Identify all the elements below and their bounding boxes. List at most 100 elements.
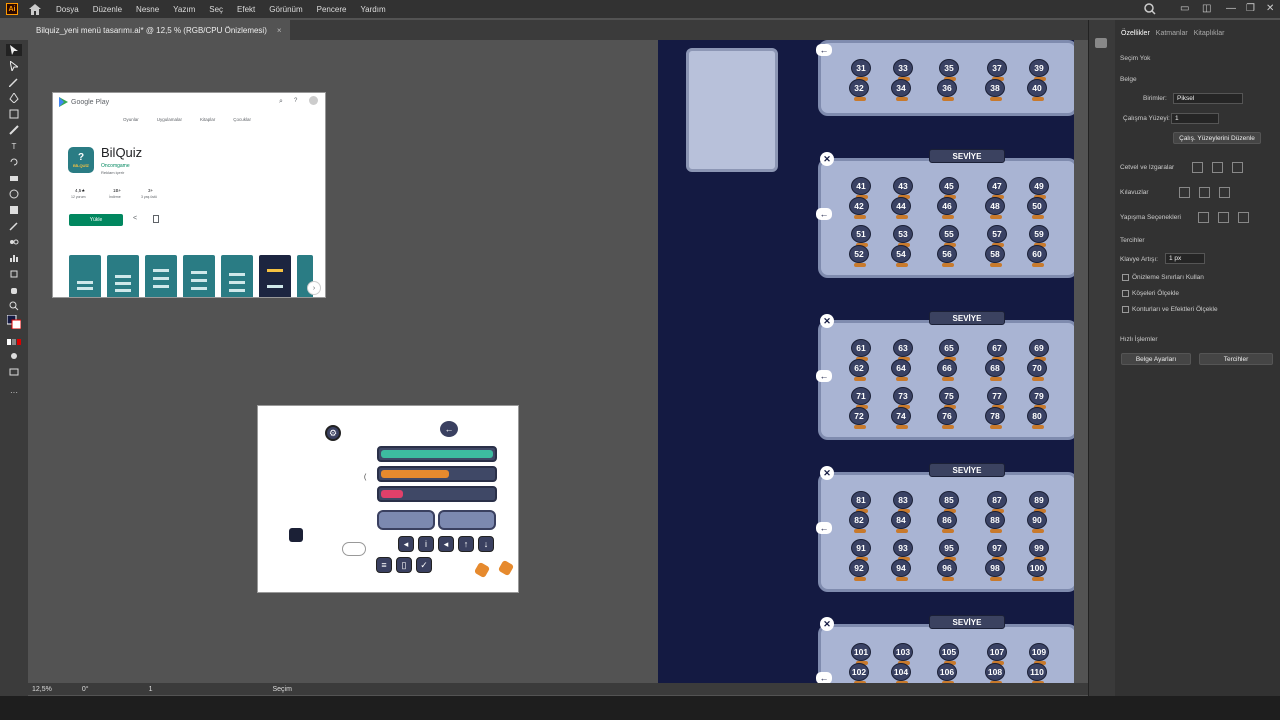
close-window-icon[interactable]: ✕ <box>1266 3 1274 14</box>
gp-nav-games[interactable]: Oyunlar <box>123 117 139 122</box>
screenshot-thumb[interactable] <box>221 255 253 297</box>
direct-selection-tool-icon[interactable] <box>6 60 22 72</box>
menu-duzenle[interactable]: Düzenle <box>93 5 122 14</box>
level-node[interactable]: 102 <box>849 663 869 683</box>
eraser-tool-icon[interactable] <box>6 172 22 184</box>
gp-help-icon[interactable]: ? <box>294 98 297 104</box>
screenshot-thumb[interactable] <box>107 255 139 297</box>
tab-libraries[interactable]: Kitaplıklar <box>1194 30 1225 44</box>
level-node[interactable]: 97 <box>987 539 1007 561</box>
check-icon[interactable]: ✓ <box>416 557 432 573</box>
back-arrow-icon[interactable]: ← <box>816 370 832 382</box>
upload-icon[interactable]: ↑ <box>458 536 474 552</box>
level-node[interactable]: 110 <box>1027 663 1047 683</box>
download-icon[interactable]: ↓ <box>478 536 494 552</box>
level-node[interactable]: 31 <box>851 59 871 81</box>
level-node[interactable]: 89 <box>1029 491 1049 513</box>
blend-tool-icon[interactable] <box>6 236 22 248</box>
level-node[interactable]: 35 <box>939 59 959 81</box>
level-node[interactable]: 92 <box>849 559 869 581</box>
level-node[interactable]: 75 <box>939 387 959 409</box>
fill-stroke-icon[interactable] <box>6 315 22 329</box>
lock-guides-icon[interactable] <box>1199 187 1210 198</box>
tab-properties[interactable]: Özellikler <box>1121 30 1150 44</box>
screenshot-thumb[interactable] <box>259 255 291 297</box>
canvas[interactable]: Google Play ⌕ ? Oyunlar Uygulamalar Kita… <box>28 40 1088 683</box>
perspective-grid-icon[interactable] <box>1232 162 1243 173</box>
width-tool-icon[interactable] <box>6 188 22 200</box>
shape-builder-tool-icon[interactable] <box>6 204 22 216</box>
level-node[interactable]: 50 <box>1027 197 1047 219</box>
document-tab[interactable]: Bilquiz_yeni menü tasarımı.ai* @ 12,5 % … <box>28 20 290 40</box>
level-node[interactable]: 54 <box>891 245 911 267</box>
level-node[interactable]: 49 <box>1029 177 1049 199</box>
artboard-number[interactable]: 1 <box>149 686 153 693</box>
menu-gorunum[interactable]: Görünüm <box>269 5 302 14</box>
snap-glyph-icon[interactable] <box>1238 212 1249 223</box>
brush-tool-icon[interactable] <box>6 124 22 136</box>
level-node[interactable]: 108 <box>985 663 1005 683</box>
pen-tool-icon[interactable] <box>6 92 22 104</box>
settings-icon[interactable]: ⚙ <box>325 425 341 441</box>
wishlist-icon[interactable] <box>153 215 159 223</box>
menu-pencere[interactable]: Pencere <box>317 5 347 14</box>
gp-nav-apps[interactable]: Uygulamalar <box>157 117 182 122</box>
level-node[interactable]: 44 <box>891 197 911 219</box>
show-guides-icon[interactable] <box>1179 187 1190 198</box>
level-node[interactable]: 59 <box>1029 225 1049 247</box>
search-icon[interactable] <box>1144 3 1156 18</box>
list-icon[interactable]: ≡ <box>376 557 392 573</box>
level-node[interactable]: 77 <box>987 387 1007 409</box>
screenshot-thumb[interactable] <box>145 255 177 297</box>
close-icon[interactable]: ✕ <box>820 466 834 480</box>
level-node[interactable]: 79 <box>1029 387 1049 409</box>
minimize-icon[interactable]: — <box>1226 3 1236 14</box>
back-arrow-icon[interactable]: ← <box>440 421 458 437</box>
level-node[interactable]: 34 <box>891 79 911 101</box>
comments-icon[interactable] <box>1095 38 1107 48</box>
level-node[interactable]: 91 <box>851 539 871 561</box>
level-node[interactable]: 94 <box>891 559 911 581</box>
developer-link[interactable]: Oncomgame <box>101 163 130 169</box>
gp-nav-kids[interactable]: Çocuklar <box>233 117 251 122</box>
share-icon[interactable]: < <box>133 215 137 222</box>
gp-search-icon[interactable]: ⌕ <box>279 98 283 106</box>
back-arrow-icon[interactable]: ← <box>816 44 832 56</box>
level-node[interactable]: 90 <box>1027 511 1047 533</box>
level-node[interactable]: 56 <box>937 245 957 267</box>
artboard-tool-icon[interactable] <box>6 268 22 280</box>
grid-icon[interactable] <box>1212 162 1223 173</box>
color-mode-icon[interactable] <box>6 336 22 348</box>
level-node[interactable]: 39 <box>1029 59 1049 81</box>
level-node[interactable]: 82 <box>849 511 869 533</box>
button-blank-right[interactable] <box>438 510 496 530</box>
back-arrow-icon[interactable]: ← <box>816 672 832 683</box>
gp-avatar[interactable] <box>309 96 318 105</box>
level-node[interactable]: 103 <box>893 643 913 665</box>
drawing-mode-icon[interactable] <box>6 350 22 362</box>
level-node[interactable]: 78 <box>985 407 1005 429</box>
level-node[interactable]: 68 <box>985 359 1005 381</box>
eyedropper-tool-icon[interactable] <box>6 220 22 232</box>
zoom-level[interactable]: 12,5% <box>32 686 52 693</box>
level-node[interactable]: 67 <box>987 339 1007 361</box>
level-node[interactable]: 33 <box>893 59 913 81</box>
level-node[interactable]: 40 <box>1027 79 1047 101</box>
tab-layers[interactable]: Katmanlar <box>1156 30 1188 44</box>
arrange-icon[interactable]: ◫ <box>1202 3 1211 14</box>
level-node[interactable]: 105 <box>939 643 959 665</box>
selection-tool-icon[interactable] <box>6 44 22 56</box>
level-node[interactable]: 76 <box>937 407 957 429</box>
screenshot-thumb[interactable] <box>183 255 215 297</box>
level-node[interactable]: 99 <box>1029 539 1049 561</box>
rotate-tool-icon[interactable] <box>6 156 22 168</box>
snap-point-icon[interactable] <box>1198 212 1209 223</box>
sound-icon[interactable]: ◂ <box>398 536 414 552</box>
workspace-icon[interactable]: ▭ <box>1180 3 1189 14</box>
menu-nesne[interactable]: Nesne <box>136 5 159 14</box>
level-node[interactable]: 104 <box>891 663 911 683</box>
hand-tool-icon[interactable] <box>6 284 22 296</box>
keyboard-increment-field[interactable]: 1 px <box>1165 253 1205 264</box>
level-node[interactable]: 71 <box>851 387 871 409</box>
preferences-button[interactable]: Tercihler <box>1199 353 1273 365</box>
